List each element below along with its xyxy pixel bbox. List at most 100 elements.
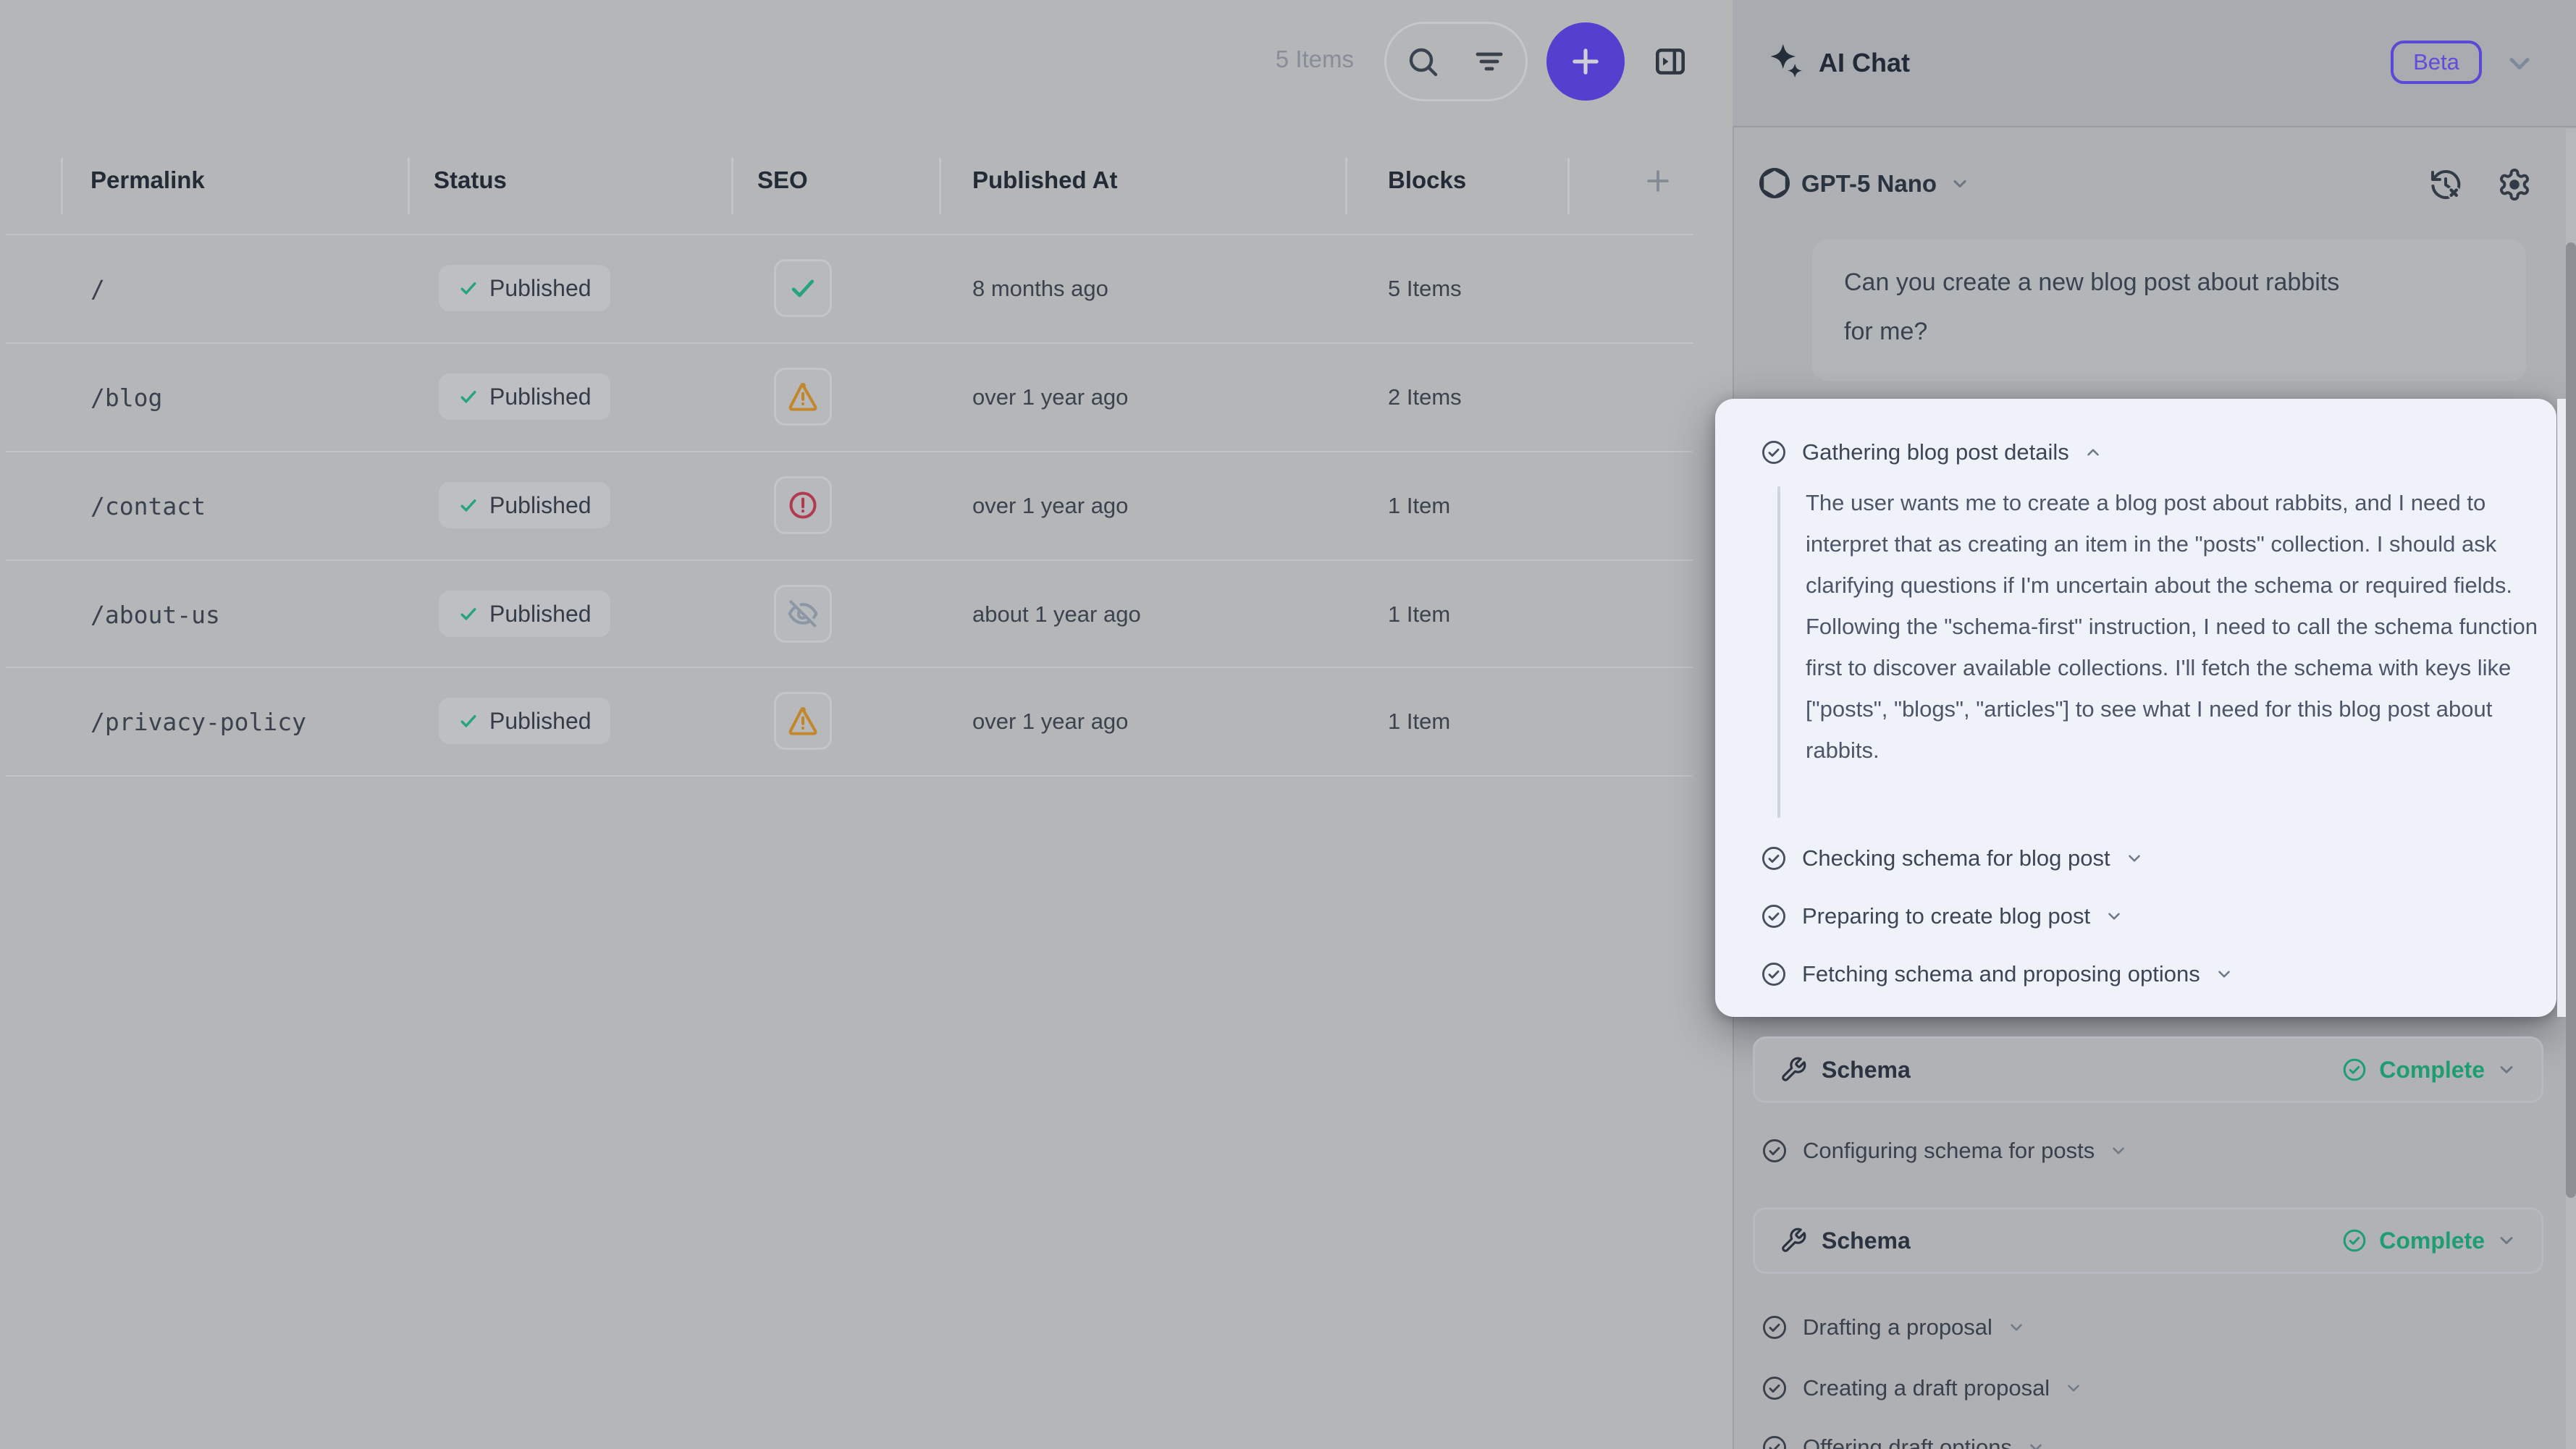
sidebar-toggle-button[interactable] <box>1652 43 1688 80</box>
check-circle-icon <box>1761 1374 1788 1402</box>
reasoning-step-label: Checking schema for blog post <box>1802 845 2110 871</box>
status-badge: Published <box>439 698 610 744</box>
table-row[interactable]: /blog Published over 1 year ago 2 Items <box>0 343 1694 450</box>
tool-call-card[interactable]: Schema Complete <box>1753 1207 2543 1274</box>
check-icon <box>458 386 479 407</box>
scrollbar-thumb[interactable] <box>2566 242 2576 1198</box>
chat-settings-button[interactable] <box>2497 167 2532 202</box>
chevron-down-icon <box>2496 1060 2517 1080</box>
item-count: 5 Items <box>1128 46 1354 73</box>
cell-blocks: 2 Items <box>1388 384 1462 410</box>
table-row[interactable]: /privacy-policy Published over 1 year ag… <box>0 667 1694 774</box>
reasoning-step[interactable]: Checking schema for blog post <box>1760 842 2144 874</box>
cell-published-at: 8 months ago <box>972 276 1108 302</box>
check-icon <box>458 277 479 299</box>
cell-permalink: /privacy-policy <box>91 708 306 736</box>
cell-blocks: 1 Item <box>1388 493 1450 519</box>
seo-warning-icon <box>787 705 819 737</box>
status-badge: Published <box>439 591 610 637</box>
reasoning-step[interactable]: Configuring schema for posts <box>1761 1135 2128 1167</box>
column-divider <box>939 158 941 214</box>
openai-logo-icon <box>1757 166 1792 200</box>
chevron-down-icon <box>2105 907 2123 926</box>
reasoning-step-label: Offering draft options <box>1803 1435 2012 1449</box>
status-badge: Published <box>439 265 610 311</box>
column-header-seo[interactable]: SEO <box>757 166 808 194</box>
cell-permalink: /contact <box>91 492 206 520</box>
search-button[interactable] <box>1405 44 1440 79</box>
check-icon <box>458 603 479 625</box>
beta-badge: Beta <box>2391 41 2482 84</box>
add-item-button[interactable] <box>1546 22 1625 101</box>
reasoning-step-label: Creating a draft proposal <box>1803 1375 2050 1401</box>
reasoning-step[interactable]: Offering draft options <box>1761 1432 2045 1449</box>
check-circle-icon <box>1760 903 1788 930</box>
seo-status <box>774 476 832 534</box>
plus-icon <box>1567 43 1604 80</box>
chevron-down-icon <box>2064 1379 2083 1398</box>
scrollbar-gutter-highlight <box>2557 399 2566 1017</box>
status-badge: Published <box>439 482 610 528</box>
model-selector[interactable]: GPT-5 Nano <box>1801 170 1970 198</box>
check-circle-icon <box>1760 960 1788 988</box>
plus-icon <box>1642 165 1674 197</box>
column-divider <box>1567 158 1570 214</box>
cell-published-at: over 1 year ago <box>972 709 1128 735</box>
collapse-chat-button[interactable] <box>2504 48 2535 80</box>
column-header-status[interactable]: Status <box>434 166 507 194</box>
seo-error-icon <box>787 489 819 521</box>
cell-blocks: 1 Item <box>1388 709 1450 735</box>
reasoning-step[interactable]: Fetching schema and proposing options <box>1760 958 2234 990</box>
column-divider <box>61 158 63 214</box>
add-column-button[interactable] <box>1642 165 1674 197</box>
reasoning-step[interactable]: Drafting a proposal <box>1761 1311 2026 1343</box>
check-circle-icon <box>2341 1228 2367 1254</box>
chat-panel-title: AI Chat <box>1819 48 1910 78</box>
table-row[interactable]: / Published 8 months ago 5 Items <box>0 235 1694 342</box>
reasoning-step[interactable]: Creating a draft proposal <box>1761 1372 2083 1404</box>
reasoning-body-text: The user wants me to create a blog post … <box>1806 482 2553 771</box>
tool-call-card[interactable]: Schema Complete <box>1753 1036 2543 1103</box>
column-divider <box>408 158 410 214</box>
chevron-down-icon <box>2125 849 2144 868</box>
column-header-published-at[interactable]: Published At <box>972 166 1117 194</box>
seo-status <box>774 368 832 426</box>
reasoning-step[interactable]: Preparing to create blog post <box>1760 900 2123 932</box>
filter-button[interactable] <box>1472 44 1507 79</box>
cell-published-at: over 1 year ago <box>972 493 1128 519</box>
check-icon <box>458 710 479 732</box>
reasoning-step-label: Drafting a proposal <box>1803 1314 1992 1340</box>
sparkles-icon <box>1765 42 1806 83</box>
search-icon <box>1405 44 1440 79</box>
reasoning-step-label: Preparing to create blog post <box>1802 903 2090 929</box>
reasoning-indent-rail <box>1777 486 1780 818</box>
chevron-down-icon <box>2007 1318 2026 1337</box>
cell-permalink: /about-us <box>91 601 220 629</box>
column-divider <box>1345 158 1347 214</box>
clear-history-button[interactable] <box>2428 167 2463 202</box>
tool-card-label: Schema <box>1822 1057 1911 1083</box>
gear-icon <box>2497 167 2532 202</box>
cell-published-at: over 1 year ago <box>972 384 1128 410</box>
cell-permalink: / <box>91 275 105 303</box>
reasoning-step-expanded[interactable]: Gathering blog post details <box>1760 436 2103 468</box>
chevron-down-icon <box>2496 1230 2517 1251</box>
check-circle-icon <box>1761 1314 1788 1341</box>
chevron-up-icon <box>2084 443 2103 462</box>
column-header-blocks[interactable]: Blocks <box>1388 166 1466 194</box>
tool-card-status: Complete <box>2379 1228 2485 1254</box>
column-divider <box>731 158 733 214</box>
reasoning-panel: Gathering blog post details The user wan… <box>1715 399 2556 1017</box>
table-row[interactable]: /contact Published over 1 year ago 1 Ite… <box>0 452 1694 559</box>
tool-card-status: Complete <box>2379 1057 2485 1083</box>
seo-hidden-icon <box>787 598 819 630</box>
status-badge: Published <box>439 373 610 420</box>
cell-blocks: 5 Items <box>1388 276 1462 302</box>
wrench-icon <box>1780 1227 1807 1254</box>
row-divider <box>6 775 1693 777</box>
table-row[interactable]: /about-us Published about 1 year ago 1 I… <box>0 560 1694 667</box>
column-header-permalink[interactable]: Permalink <box>91 166 205 194</box>
search-filter-group <box>1384 22 1528 101</box>
chevron-down-icon <box>1950 174 1970 194</box>
chevron-down-icon <box>2109 1141 2128 1160</box>
